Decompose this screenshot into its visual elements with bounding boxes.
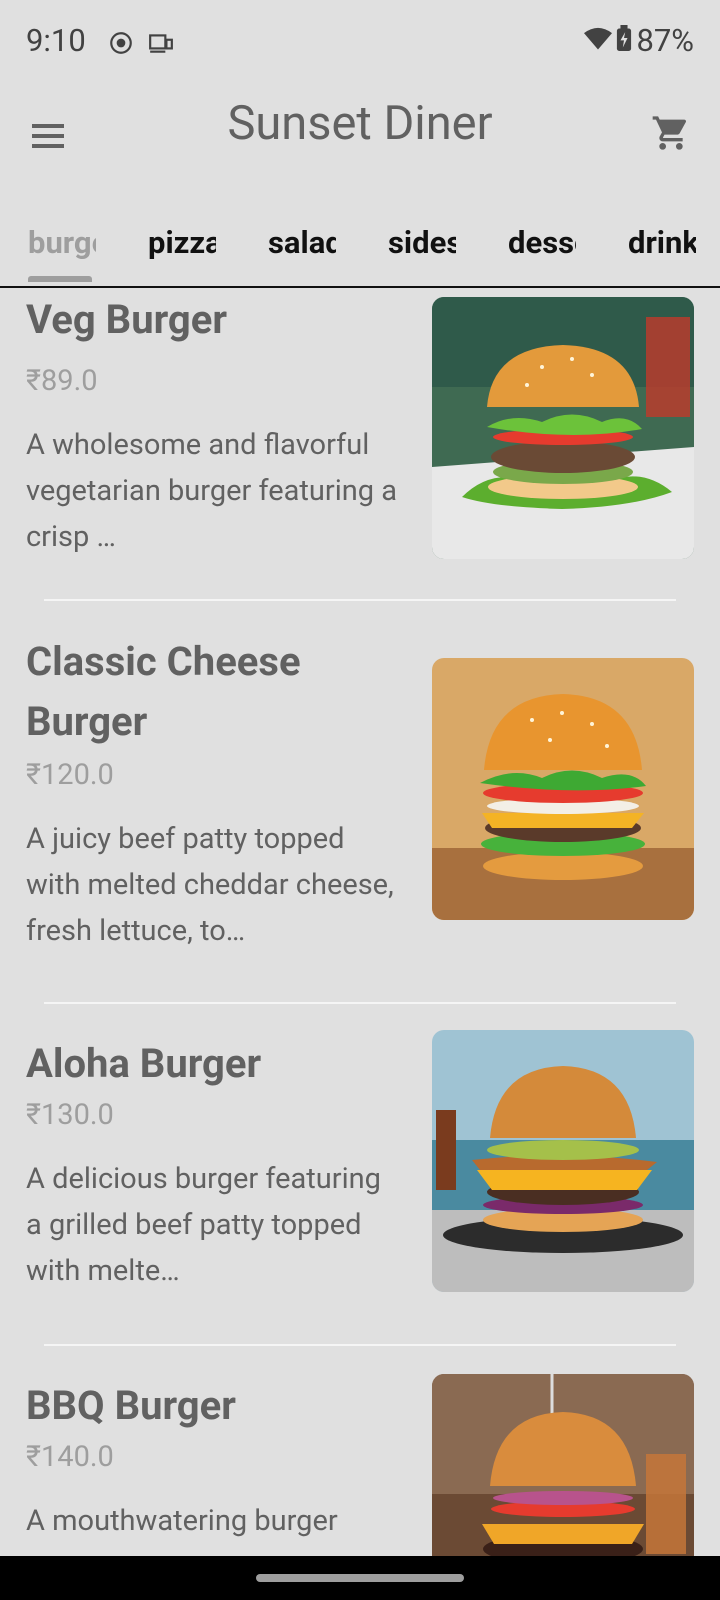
home-gesture-handle[interactable]: [256, 1574, 464, 1582]
item-description: A mouthwatering burger: [26, 1504, 338, 1538]
menu-item[interactable]: Veg Burger ₹89.0 A wholesome and flavorf…: [0, 288, 720, 600]
menu-item[interactable]: Aloha Burger ₹130.0 A delicious burger f…: [0, 1004, 720, 1344]
battery-percent: 87%: [636, 22, 694, 59]
tab-desserts[interactable]: desserts: [508, 224, 576, 261]
item-image[interactable]: [432, 1374, 694, 1556]
tab-indicator: [28, 276, 92, 282]
menu-list[interactable]: Veg Burger ₹89.0 A wholesome and flavorf…: [0, 288, 720, 1556]
screen-record-icon: [108, 30, 134, 60]
item-description: A delicious burger featuring a grilled b…: [26, 1162, 381, 1288]
tab-sides[interactable]: sides: [388, 224, 456, 261]
item-name: Aloha Burger: [26, 1040, 262, 1087]
menu-item[interactable]: BBQ Burger ₹140.0 A mouthwatering burger: [0, 1346, 720, 1556]
tab-burgers[interactable]: burgers: [28, 224, 96, 261]
battery-icon: [616, 22, 632, 59]
item-price: ₹89.0: [26, 364, 98, 398]
cart-button[interactable]: [644, 108, 698, 162]
item-image[interactable]: [432, 297, 694, 559]
status-bar: 9:10 87%: [0, 0, 720, 88]
item-name: BBQ Burger: [26, 1382, 236, 1429]
divider: [44, 599, 676, 601]
app-bar: Sunset Diner: [0, 88, 720, 200]
item-name: Veg Burger: [26, 296, 227, 343]
status-time: 9:10: [26, 22, 86, 59]
cart-icon: [651, 113, 691, 157]
item-price: ₹130.0: [26, 1098, 114, 1132]
category-tabs: burgers pizza salads sides desserts drin…: [0, 200, 720, 288]
item-description: A wholesome and flavorful vegetarian bur…: [26, 428, 398, 554]
item-name: Classic Cheese Burger: [26, 638, 301, 745]
item-description: A juicy beef patty topped with melted ch…: [26, 822, 394, 948]
cast-device-icon: [148, 30, 174, 60]
status-right: 87%: [584, 22, 694, 59]
item-image[interactable]: [432, 658, 694, 920]
tab-salads[interactable]: salads: [268, 224, 336, 261]
item-image[interactable]: [432, 1030, 694, 1292]
wifi-icon: [584, 22, 613, 59]
system-nav-bar: [0, 1556, 720, 1600]
item-price: ₹140.0: [26, 1440, 114, 1474]
page-title: Sunset Diner: [227, 96, 493, 151]
status-notification-icons: [108, 30, 174, 60]
item-price: ₹120.0: [26, 758, 114, 792]
menu-item[interactable]: Classic Cheese Burger ₹120.0 A juicy bee…: [0, 602, 720, 1002]
tab-drinks[interactable]: drinks: [628, 224, 696, 261]
tab-pizza[interactable]: pizza: [148, 224, 216, 261]
